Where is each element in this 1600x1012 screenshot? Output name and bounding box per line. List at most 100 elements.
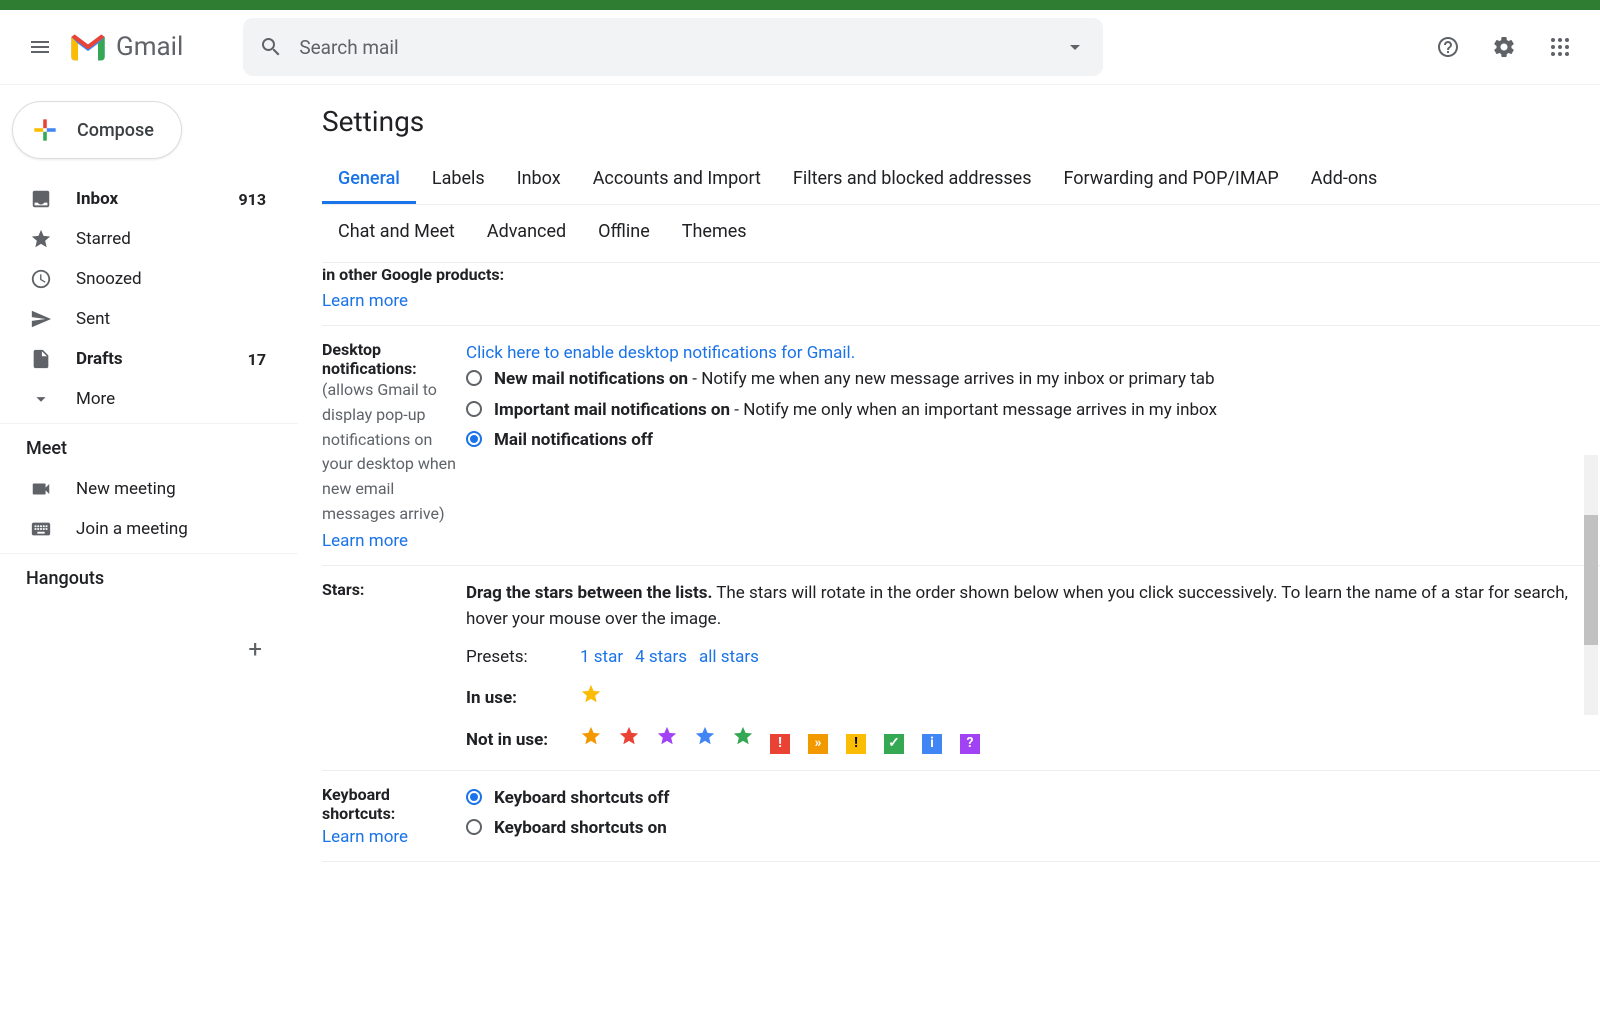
- logo-area[interactable]: Gmail: [68, 27, 183, 67]
- gmail-logo-icon: [68, 27, 108, 67]
- tab-accounts-and-import[interactable]: Accounts and Import: [577, 158, 777, 204]
- apps-button[interactable]: [1536, 23, 1584, 71]
- stars-not-in-use-row: Not in use: !»!✓i?: [466, 725, 1600, 755]
- tab-inbox[interactable]: Inbox: [501, 158, 577, 204]
- star-preset-link[interactable]: 1 star: [580, 647, 623, 667]
- file-icon: [30, 348, 52, 370]
- tab-themes[interactable]: Themes: [666, 211, 763, 254]
- main: Compose Inbox 913 Starred Snoozed Sent D…: [0, 84, 1600, 1012]
- stars-in-use-row: In use:: [466, 683, 1600, 713]
- star-badge-icon[interactable]: ✓: [884, 734, 904, 754]
- star-icon[interactable]: [580, 683, 602, 705]
- star-icon[interactable]: [694, 725, 716, 747]
- learn-more-link[interactable]: Learn more: [322, 291, 408, 311]
- setting-label: Keyboard shortcuts:: [322, 785, 458, 823]
- tab-labels[interactable]: Labels: [416, 158, 501, 204]
- radio-button[interactable]: [466, 431, 482, 447]
- video-icon: [30, 478, 52, 500]
- radio-label: Keyboard shortcuts off: [494, 785, 669, 811]
- setting-label-col: Keyboard shortcuts: Learn more: [322, 785, 466, 847]
- sidebar-item-starred[interactable]: Starred: [0, 219, 286, 259]
- sidebar-item-more[interactable]: More: [0, 379, 286, 419]
- scrollbar[interactable]: [1584, 455, 1598, 715]
- sidebar-item-label: Drafts: [76, 349, 248, 369]
- scrollbar-thumb[interactable]: [1584, 515, 1598, 645]
- star-preset-link[interactable]: 4 stars: [635, 647, 687, 667]
- star-icon: [30, 228, 52, 250]
- tab-add-ons[interactable]: Add-ons: [1295, 158, 1394, 204]
- sidebar-item-new-meeting[interactable]: New meeting: [0, 469, 286, 509]
- star-badge-icon[interactable]: !: [846, 734, 866, 754]
- inbox-icon: [30, 188, 52, 210]
- star-preset-link[interactable]: all stars: [699, 647, 759, 667]
- hangouts-new-button[interactable]: +: [0, 635, 298, 663]
- main-menu-button[interactable]: [16, 23, 64, 71]
- search-options-dropdown-icon[interactable]: [1063, 35, 1087, 59]
- setting-sublabel: (allows Gmail to display pop-up notifica…: [322, 378, 458, 527]
- radio-button[interactable]: [466, 819, 482, 835]
- partial-setting-row: in other Google products: Learn more: [322, 263, 1600, 326]
- setting-label: Desktop notifications:: [322, 340, 458, 378]
- sidebar-item-snoozed[interactable]: Snoozed: [0, 259, 286, 299]
- search-icon: [259, 35, 283, 59]
- star-badge-icon[interactable]: ?: [960, 734, 980, 754]
- hamburger-icon: [28, 35, 52, 59]
- sidebar-item-label: Sent: [76, 309, 266, 329]
- enable-notifications-link[interactable]: Click here to enable desktop notificatio…: [466, 340, 1600, 366]
- search-input[interactable]: [299, 36, 1063, 59]
- apps-grid-icon: [1548, 35, 1572, 59]
- radio-button[interactable]: [466, 401, 482, 417]
- compose-button[interactable]: Compose: [12, 101, 182, 159]
- radio-label: Important mail notifications on - Notify…: [494, 397, 1217, 423]
- learn-more-link[interactable]: Learn more: [322, 827, 408, 847]
- sidebar-item-label: Join a meeting: [76, 519, 266, 539]
- setting-content: Keyboard shortcuts off Keyboard shortcuts…: [466, 785, 1600, 847]
- sidebar-item-join-meeting[interactable]: Join a meeting: [0, 509, 286, 549]
- setting-label: in other Google products:: [322, 263, 1600, 287]
- tab-filters-and-blocked-addresses[interactable]: Filters and blocked addresses: [777, 158, 1048, 204]
- star-badge-icon[interactable]: »: [808, 734, 828, 754]
- keyboard-icon: [30, 518, 52, 540]
- desktop-notification-option: Mail notifications off: [466, 427, 1600, 453]
- sidebar-item-label: Inbox: [76, 189, 238, 209]
- sidebar-item-count: 17: [248, 350, 266, 369]
- settings-tabs: GeneralLabelsInboxAccounts and ImportFil…: [322, 158, 1600, 205]
- star-icon[interactable]: [656, 725, 678, 747]
- setting-label: Stars:: [322, 580, 458, 599]
- star-icon[interactable]: [580, 725, 602, 747]
- support-button[interactable]: [1424, 23, 1472, 71]
- star-badge-icon[interactable]: i: [922, 734, 942, 754]
- setting-content: Drag the stars between the lists. The st…: [466, 580, 1600, 756]
- sidebar-item-inbox[interactable]: Inbox 913: [0, 179, 286, 219]
- tab-advanced[interactable]: Advanced: [471, 211, 582, 254]
- setting-content: Click here to enable desktop notificatio…: [466, 340, 1600, 551]
- star-icon[interactable]: [618, 725, 640, 747]
- tab-forwarding-and-pop-imap[interactable]: Forwarding and POP/IMAP: [1047, 158, 1294, 204]
- star-icon[interactable]: [732, 725, 754, 747]
- settings-button[interactable]: [1480, 23, 1528, 71]
- radio-label: Keyboard shortcuts on: [494, 815, 667, 841]
- radio-button[interactable]: [466, 789, 482, 805]
- search-container[interactable]: [243, 18, 1103, 76]
- help-icon: [1436, 35, 1460, 59]
- meet-section-title: Meet: [0, 423, 298, 469]
- header-right: [1424, 23, 1584, 71]
- sidebar-item-label: Starred: [76, 229, 266, 249]
- sidebar-item-drafts[interactable]: Drafts 17: [0, 339, 286, 379]
- tab-general[interactable]: General: [322, 158, 416, 204]
- stars-presets-row: Presets: 1 star 4 stars all stars: [466, 644, 1600, 670]
- chevron-down-icon: [30, 388, 52, 410]
- browser-top-bar: [0, 0, 1600, 10]
- sidebar-item-sent[interactable]: Sent: [0, 299, 286, 339]
- tab-offline[interactable]: Offline: [582, 211, 666, 254]
- clock-icon: [30, 268, 52, 290]
- in-use-label: In use:: [466, 685, 572, 711]
- radio-button[interactable]: [466, 370, 482, 386]
- star-badge-icon[interactable]: !: [770, 734, 790, 754]
- sidebar-item-label: Snoozed: [76, 269, 266, 289]
- tab-chat-and-meet[interactable]: Chat and Meet: [322, 211, 471, 254]
- learn-more-link[interactable]: Learn more: [322, 531, 408, 551]
- presets-label: Presets:: [466, 644, 572, 670]
- compose-label: Compose: [77, 120, 154, 141]
- radio-label: Mail notifications off: [494, 427, 653, 453]
